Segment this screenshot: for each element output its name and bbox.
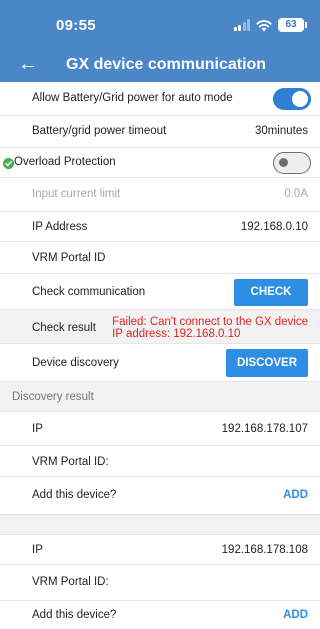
ip-address-label: IP Address [32,221,88,233]
device-vrm-label: VRM Portal ID: [32,576,109,588]
discovery-result-title: Discovery result [12,391,94,403]
device-2-add-row: Add this device? ADD [0,601,320,629]
device-2-ip-row: IP 192.168.178.108 [0,535,320,565]
check-communication-row: Check communication CHECK [0,274,320,310]
signal-icon [233,19,250,31]
overload-row: Overload Protection [0,148,320,178]
auto-mode-label: Allow Battery/Grid power for auto mode [32,92,233,104]
status-time: 09:55 [56,17,96,34]
wifi-icon [256,19,272,31]
overload-toggle[interactable] [273,152,311,174]
input-limit-label: Input current limit [32,188,121,200]
input-limit-row: Input current limit 0.0A [0,178,320,212]
device-1-add-row: Add this device? ADD [0,477,320,515]
timeout-label: Battery/grid power timeout [32,125,167,137]
status-icons: 63 [233,18,307,32]
overload-label: Overload Protection [14,156,116,168]
app-bar: ← GX device communication [0,48,320,82]
check-result-label: Check result [32,322,96,334]
device-add-label: Add this device? [32,609,117,621]
vrm-portal-row[interactable]: VRM Portal ID [0,242,320,274]
device-2-vrm-row: VRM Portal ID: [0,565,320,601]
auto-mode-toggle[interactable] [273,88,311,110]
check-button[interactable]: CHECK [234,279,308,306]
ip-address-row[interactable]: IP Address 192.168.0.10 [0,212,320,242]
battery-icon: 63 [278,18,307,32]
device-1-ip-row: IP 192.168.178.107 [0,412,320,446]
device-ip-label: IP [32,544,43,556]
error-line-2: IP address: 192.168.0.10 [112,328,241,340]
device-separator [0,515,320,535]
discovery-result-header: Discovery result [0,382,320,412]
device-add-label: Add this device? [32,489,117,501]
error-line-1: Failed: Can't connect to the GX device [112,316,308,328]
toggle-knob [279,158,288,167]
toggle-knob [292,91,308,107]
back-arrow-icon[interactable]: ← [18,54,38,74]
ip-address-value: 192.168.0.10 [240,221,308,233]
device-ip-value: 192.168.178.108 [221,544,308,556]
page-title: GX device communication [66,56,267,73]
add-device-1-button[interactable]: ADD [283,489,308,501]
device-ip-value: 192.168.178.107 [221,423,308,435]
check-circle-icon [3,158,14,169]
device-discovery-row: Device discovery DISCOVER [0,344,320,382]
discover-button[interactable]: DISCOVER [226,349,308,377]
check-communication-label: Check communication [32,286,146,298]
vrm-portal-label: VRM Portal ID [32,252,106,264]
check-result-error: Failed: Can't connect to the GX device I… [112,316,308,340]
device-discovery-label: Device discovery [32,357,119,369]
timeout-value: 30minutes [254,125,308,137]
timeout-row[interactable]: Battery/grid power timeout 30minutes [0,116,320,148]
add-device-2-button[interactable]: ADD [283,609,308,621]
battery-level: 63 [285,19,297,30]
device-ip-label: IP [32,423,43,435]
auto-mode-row: Allow Battery/Grid power for auto mode [0,82,320,116]
status-bar: 09:55 63 [0,0,320,48]
device-1-vrm-row: VRM Portal ID: [0,446,320,477]
input-limit-value: 0.0A [284,188,308,200]
check-result-row: Check result Failed: Can't connect to th… [0,310,320,344]
device-vrm-label: VRM Portal ID: [32,456,109,468]
